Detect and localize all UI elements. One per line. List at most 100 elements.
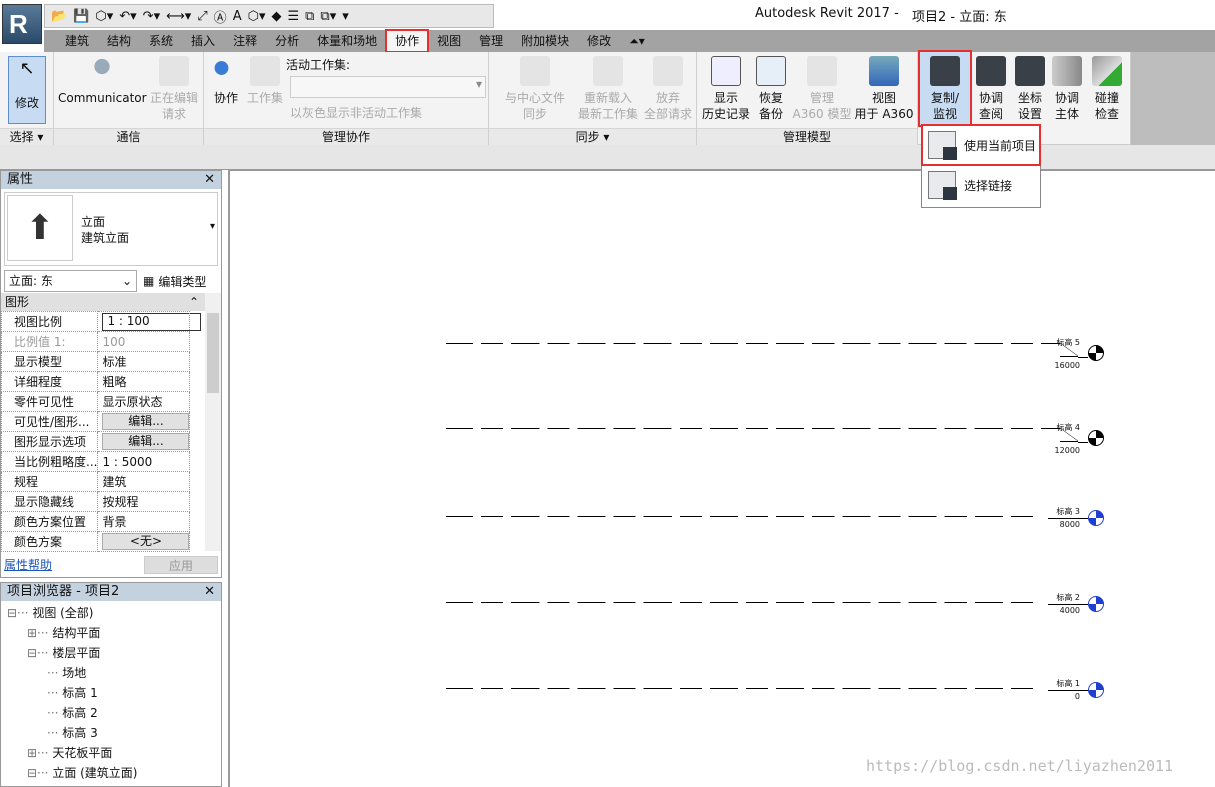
collapse-icon[interactable]: ⊟···	[27, 766, 52, 780]
level-name[interactable]: 标高 5	[1040, 337, 1080, 348]
qat-tool-icon[interactable]: ⬡▾	[248, 9, 266, 24]
coordination-review-button[interactable]: 协调 查阅	[972, 56, 1010, 122]
worksets-button[interactable]: 工作集	[246, 56, 284, 106]
level-head-icon[interactable]	[1088, 430, 1104, 446]
copy-monitor-button[interactable]: 复制/监视	[918, 50, 972, 127]
qat-tool-icon[interactable]: ◆	[271, 9, 281, 24]
qat-tool-icon[interactable]: ↷▾	[143, 9, 160, 24]
show-history-button[interactable]: 显示 历史记录	[699, 56, 753, 122]
manage-a360-button[interactable]: 管理 A360 模型	[791, 56, 853, 122]
level-name[interactable]: 标高 4	[1040, 422, 1080, 433]
modify-button[interactable]: ↖ 修改	[8, 56, 46, 124]
qat-tool-icon[interactable]: Ⓐ	[214, 7, 227, 26]
drawing-canvas[interactable]: 标高 5 16000 标高 4 12000 标高 3 8000 标高 2 4000 标高 1 0	[228, 170, 1215, 787]
tab-6[interactable]: 体量和场地	[308, 30, 386, 52]
level-head-icon[interactable]	[1088, 345, 1104, 361]
property-edit-button[interactable]: <无>	[102, 533, 190, 550]
app-menu-button[interactable]: R	[2, 4, 42, 44]
qat-tool-icon[interactable]: ▾	[342, 9, 349, 24]
tree-item[interactable]: ⊞··· 天花板平面	[7, 743, 221, 763]
collapse-icon[interactable]: ⊟···	[27, 646, 52, 660]
qat-tool-icon[interactable]: ↶▾	[119, 9, 136, 24]
property-value[interactable]: 1 : 5000	[102, 455, 152, 469]
tree-item[interactable]: ⊟··· 楼层平面	[7, 643, 221, 663]
editing-requests-button[interactable]: 正在编辑 请求	[148, 56, 200, 122]
reload-latest-button[interactable]: 重新载入 最新工作集	[575, 56, 641, 122]
level-elevation[interactable]: 8000	[1040, 520, 1080, 529]
tab-9[interactable]: 管理	[470, 30, 512, 52]
property-value[interactable]: 1 : 100	[102, 312, 202, 331]
restore-backup-button[interactable]: 恢复 备份	[753, 56, 789, 122]
instance-selector[interactable]: 立面: 东 ⌄	[4, 270, 137, 292]
property-value[interactable]: 标准	[102, 355, 126, 369]
properties-help-link[interactable]: 属性帮助	[4, 556, 52, 574]
tab-1[interactable]: 结构	[98, 30, 140, 52]
property-value[interactable]: 建筑	[102, 475, 126, 489]
view-a360-button[interactable]: 视图 用于 A360	[853, 56, 915, 122]
level-elevation[interactable]: 0	[1040, 692, 1080, 701]
level-name[interactable]: 标高 2	[1040, 592, 1080, 603]
scrollbar[interactable]	[205, 293, 221, 551]
interference-check-button[interactable]: 碰撞 检查	[1086, 56, 1128, 122]
property-value[interactable]: 背景	[102, 515, 126, 529]
relinquish-all-button[interactable]: 放弃 全部请求	[641, 56, 695, 122]
level-line[interactable]	[446, 428, 1060, 429]
tree-item[interactable]: ··· 标高 1	[7, 683, 221, 703]
type-selector[interactable]: ⬆ 立面 建筑立面 ▾	[4, 192, 218, 266]
property-value[interactable]: 粗略	[102, 375, 126, 389]
gray-inactive-worksets-button[interactable]: 以灰色显示非活动工作集	[290, 104, 422, 121]
property-edit-button[interactable]: 编辑...	[102, 433, 190, 450]
tab-10[interactable]: 附加模块	[512, 30, 578, 52]
tab-3[interactable]: 插入	[182, 30, 224, 52]
menu-item-use-current-project[interactable]: 使用当前项目	[921, 124, 1041, 166]
apply-button[interactable]: 应用	[144, 556, 218, 574]
level-head-icon[interactable]	[1088, 682, 1104, 698]
tab-5[interactable]: 分析	[266, 30, 308, 52]
level-head-icon[interactable]	[1088, 510, 1104, 526]
edit-type-button[interactable]: 编辑类型	[158, 273, 206, 290]
qat-tool-icon[interactable]: 💾	[73, 9, 89, 24]
group-graphics[interactable]: 图形 ⌃	[1, 293, 205, 311]
property-value[interactable]: 按规程	[102, 495, 138, 509]
tab-11[interactable]: 修改	[578, 30, 620, 52]
active-workset-select[interactable]: ▾	[290, 76, 486, 98]
level-name[interactable]: 标高 3	[1040, 506, 1080, 517]
level-line[interactable]	[446, 688, 1036, 689]
tree-item[interactable]: ⊟··· 视图 (全部)	[7, 603, 221, 623]
level-line[interactable]	[446, 602, 1036, 603]
communicator-button[interactable]: Communicator	[58, 56, 147, 106]
level-elevation[interactable]: 12000	[1040, 446, 1080, 455]
close-icon[interactable]: ✕	[204, 583, 215, 601]
tree-item[interactable]: ⊞··· 结构平面	[7, 623, 221, 643]
coordination-settings-button[interactable]: 坐标 设置	[1011, 56, 1049, 122]
qat-tool-icon[interactable]: ⟷▾	[166, 9, 191, 24]
level-elevation[interactable]: 4000	[1040, 606, 1080, 615]
level-line[interactable]	[446, 343, 1060, 344]
qat-tool-icon[interactable]: ⬡▾	[95, 9, 113, 24]
property-value[interactable]: 显示原状态	[102, 395, 162, 409]
sync-central-button[interactable]: 与中心文件 同步	[495, 56, 575, 122]
tab-0[interactable]: 建筑	[56, 30, 98, 52]
tab-4[interactable]: 注释	[224, 30, 266, 52]
qat-tool-icon[interactable]: ⧉	[305, 9, 314, 24]
level-elevation[interactable]: 16000	[1040, 361, 1080, 370]
collapse-icon[interactable]: ⊟···	[7, 606, 32, 620]
qat-tool-icon[interactable]: ☰	[287, 9, 299, 24]
qat-tool-icon[interactable]: ⤢	[197, 9, 207, 24]
property-edit-button[interactable]: 编辑...	[102, 413, 190, 430]
qat-tool-icon[interactable]: ⧉▾	[320, 9, 336, 24]
level-head-icon[interactable]	[1088, 596, 1104, 612]
menu-item-select-link[interactable]: 选择链接	[922, 165, 1040, 205]
level-line[interactable]	[446, 516, 1036, 517]
tab-7[interactable]: 协作	[385, 29, 430, 53]
tab-12[interactable]: ⏶▾	[620, 30, 654, 52]
qat-tool-icon[interactable]: A	[233, 9, 242, 24]
qat-tool-icon[interactable]: 📂	[51, 9, 67, 24]
tab-8[interactable]: 视图	[428, 30, 470, 52]
expand-icon[interactable]: ⊞···	[27, 626, 52, 640]
close-icon[interactable]: ✕	[204, 171, 215, 189]
tree-item[interactable]: ··· 标高 2	[7, 703, 221, 723]
tab-2[interactable]: 系统	[140, 30, 182, 52]
tree-item[interactable]: ⊟··· 立面 (建筑立面)	[7, 763, 221, 783]
tree-item[interactable]: ··· 场地	[7, 663, 221, 683]
